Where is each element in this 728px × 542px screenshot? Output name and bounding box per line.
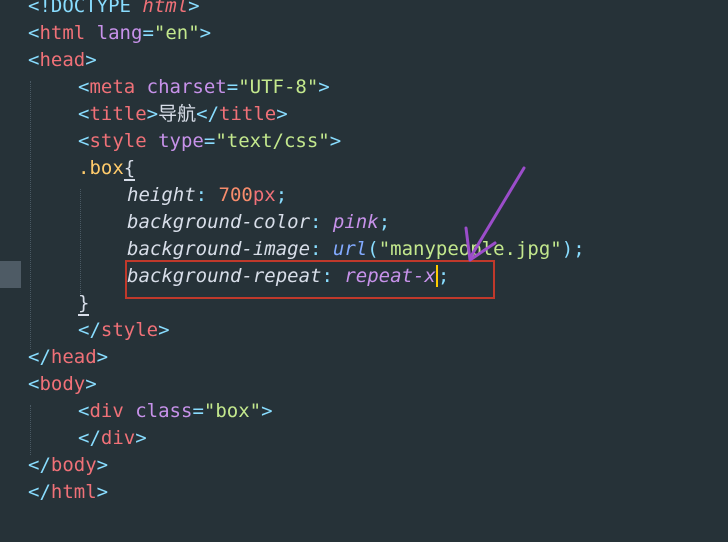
head-tag-close: head	[50, 346, 97, 368]
div-tag: div	[89, 400, 124, 422]
angle-close: >	[318, 76, 330, 98]
code-line-18[interactable]: </body>	[28, 452, 108, 479]
title-tag-open: title	[89, 103, 147, 125]
code-line-14[interactable]: </head>	[28, 344, 108, 371]
angle-open-slash: </	[196, 103, 220, 125]
html-tag: html	[39, 22, 86, 44]
class-value: "box"	[203, 400, 262, 422]
current-line-gutter-marker	[0, 261, 21, 288]
angle-close: >	[85, 49, 97, 71]
indent-guide	[80, 189, 81, 294]
height-property: height	[127, 184, 196, 206]
code-line-10[interactable]: background-image: url("manypeople.jpg");	[127, 236, 585, 263]
equals-sign: =	[192, 400, 204, 422]
angle-open-slash: </	[78, 319, 101, 341]
paren-open: (	[367, 238, 379, 260]
head-tag: head	[39, 49, 86, 71]
angle-close: >	[146, 103, 159, 125]
code-line-15[interactable]: <body>	[28, 371, 97, 398]
angle-open: <	[78, 76, 90, 98]
code-editor[interactable]: <!DOCTYPE html> <html lang="en"> <head> …	[0, 0, 728, 542]
angle-open: <	[78, 103, 90, 125]
angle-close: >	[261, 400, 273, 422]
code-line-17[interactable]: </div>	[78, 425, 147, 452]
paren-close: )	[561, 238, 574, 260]
code-line-16[interactable]: <div class="box">	[78, 398, 273, 425]
doctype-html: html	[142, 0, 189, 17]
code-line-13[interactable]: </style>	[78, 317, 170, 344]
style-tag-close: style	[100, 319, 159, 341]
bgcolor-property: background-color	[127, 211, 311, 233]
bgimage-property: background-image	[127, 238, 311, 260]
angle-close: >	[199, 22, 212, 44]
code-line-6[interactable]: <style type="text/css">	[78, 128, 341, 155]
angle-close: >	[276, 103, 288, 125]
type-value: "text/css"	[215, 130, 330, 152]
class-attr: class	[135, 400, 193, 422]
equals-sign: =	[226, 76, 239, 98]
brace-close: }	[78, 292, 90, 316]
code-line-3[interactable]: <head>	[28, 47, 97, 74]
code-line-8[interactable]: height: 700px;	[127, 182, 287, 209]
angle-close: >	[158, 319, 170, 341]
angle-open: <	[78, 400, 90, 422]
angle-open: <	[28, 373, 40, 395]
url-function: url	[332, 238, 368, 260]
angle-close: >	[135, 427, 147, 449]
angle-close: >	[329, 130, 342, 152]
code-line-7[interactable]: .box{	[78, 155, 136, 182]
meta-tag: meta	[89, 76, 136, 98]
body-tag: body	[39, 373, 86, 395]
equals-sign: =	[142, 22, 154, 44]
semicolon: ;	[378, 211, 391, 233]
angle-close: >	[96, 481, 109, 503]
semicolon: ;	[573, 238, 585, 260]
code-line-9[interactable]: background-color: pink;	[127, 209, 390, 236]
div-tag-close: div	[100, 427, 136, 449]
angle-close: >	[96, 454, 109, 476]
title-text: 导航	[158, 103, 197, 125]
colon: :	[310, 238, 333, 260]
doctype-open: <!DOCTYPE	[28, 0, 143, 17]
angle-close: >	[96, 346, 109, 368]
equals-sign: =	[203, 130, 216, 152]
charset-attr: charset	[146, 76, 227, 98]
code-line-2[interactable]: <html lang="en">	[28, 20, 211, 47]
code-line-12[interactable]: }	[78, 290, 90, 317]
angle-open-slash: </	[28, 481, 51, 503]
height-number: 700	[218, 184, 253, 206]
title-tag-close: title	[219, 103, 277, 125]
doctype-close: >	[188, 0, 200, 17]
style-tag: style	[89, 130, 147, 152]
html-tag-close: html	[50, 481, 97, 503]
height-unit: px	[252, 184, 276, 206]
bgcolor-value: pink	[332, 211, 379, 233]
brace-open: {	[123, 157, 136, 181]
highlight-annotation-box	[125, 260, 495, 299]
angle-close: >	[85, 373, 97, 395]
code-line-4[interactable]: <meta charset="UTF-8">	[78, 74, 330, 101]
colon: :	[195, 184, 219, 206]
angle-open-slash: </	[28, 454, 51, 476]
angle-open-slash: </	[28, 346, 51, 368]
lang-value: "en"	[153, 22, 200, 44]
angle-open-slash: </	[78, 427, 101, 449]
code-line-1[interactable]: <!DOCTYPE html>	[28, 0, 200, 20]
colon: :	[310, 211, 333, 233]
indent-guide	[30, 405, 31, 455]
code-line-5[interactable]: <title>导航</title>	[78, 101, 288, 128]
charset-value: "UTF-8"	[238, 76, 319, 98]
lang-attr: lang	[96, 22, 143, 44]
angle-open: <	[28, 22, 40, 44]
bgimage-string: "manypeople.jpg"	[378, 238, 562, 260]
code-line-19[interactable]: </html>	[28, 479, 108, 506]
angle-open: <	[28, 49, 40, 71]
indent-guide	[30, 81, 31, 349]
angle-open: <	[78, 130, 90, 152]
semicolon: ;	[275, 184, 288, 206]
body-tag-close: body	[50, 454, 97, 476]
css-selector: .box	[78, 157, 124, 179]
type-attr: type	[158, 130, 204, 152]
